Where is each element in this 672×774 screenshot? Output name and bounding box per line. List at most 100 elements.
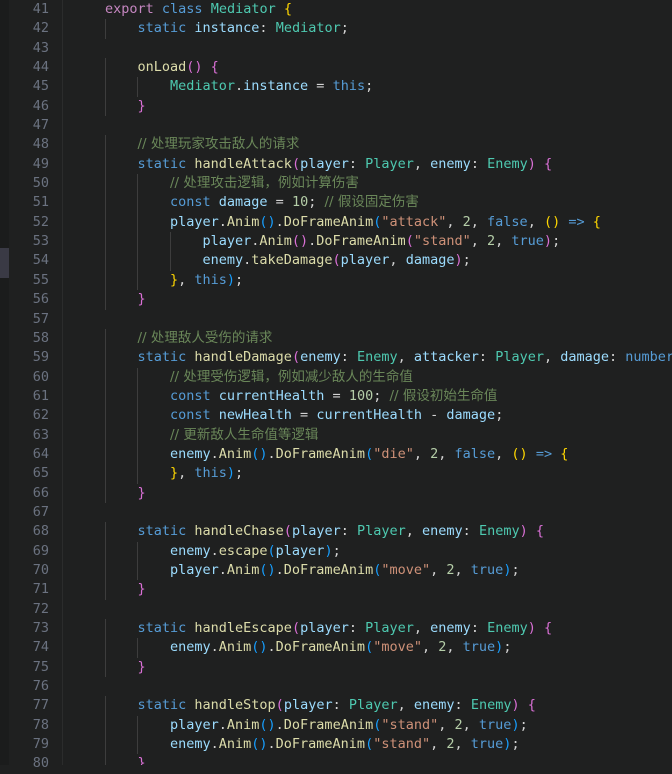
code-line[interactable]: enemy.escape(player); xyxy=(63,541,672,561)
code-token: attacker xyxy=(413,349,479,366)
code-token: player xyxy=(300,620,349,636)
code-token: Mediator xyxy=(169,78,235,95)
code-line[interactable]: const newHealth = currentHealth - damage… xyxy=(63,406,672,426)
code-line[interactable]: static instance: Mediator; xyxy=(63,19,672,39)
code-token: , xyxy=(438,445,455,462)
code-token: DoFrameAnim xyxy=(283,561,374,578)
code-token: Player xyxy=(365,620,414,636)
code-token: this xyxy=(194,271,227,288)
code-line[interactable]: } xyxy=(63,580,672,600)
code-line[interactable] xyxy=(63,116,672,135)
code-line-text: enemy.escape(player); xyxy=(63,542,341,561)
code-line[interactable]: enemy.Anim().DoFrameAnim("stand", 2, tru… xyxy=(63,735,672,755)
code-token: damage xyxy=(218,194,268,211)
code-line[interactable]: export class Mediator { xyxy=(63,0,672,19)
code-token: => xyxy=(568,213,585,230)
code-line[interactable] xyxy=(63,503,672,522)
code-token: ; xyxy=(503,639,512,656)
code-line-text: // 处理受伤逻辑，例如减少敌人的生命值 xyxy=(63,368,413,387)
code-line[interactable]: }, this); xyxy=(63,464,672,484)
code-token: DoFrameAnim xyxy=(283,213,374,230)
code-line-text: player.Anim().DoFrameAnim("stand", 2, tr… xyxy=(63,716,528,735)
code-line[interactable]: // 处理攻击逻辑，例如计算伤害 xyxy=(63,174,672,194)
code-token: ( xyxy=(275,697,284,714)
code-line[interactable] xyxy=(63,600,672,619)
code-line[interactable]: } xyxy=(63,290,672,310)
line-number: 68 xyxy=(32,523,49,540)
code-line-text: } xyxy=(63,290,145,309)
code-line[interactable]: player.Anim().DoFrameAnim("attack", 2, f… xyxy=(63,212,672,233)
code-line[interactable]: static handleEscape(player: Player, enem… xyxy=(63,619,672,639)
code-token: 2 xyxy=(454,716,463,733)
code-token: enemy xyxy=(430,155,471,172)
code-token: 10 xyxy=(291,194,309,211)
code-token: , xyxy=(462,716,479,733)
code-line-text: player.Anim().DoFrameAnim("attack", 2, f… xyxy=(63,213,601,232)
code-line[interactable]: enemy.Anim().DoFrameAnim("die", 2, false… xyxy=(63,444,672,465)
code-token: // 处理受伤逻辑，例如减少敌人的生命值 xyxy=(169,368,413,385)
line-number: 61 xyxy=(32,387,49,404)
code-line[interactable]: // 处理玩家攻击敌人的请求 xyxy=(63,135,672,155)
code-line[interactable]: // 更新敌人生命值等逻辑 xyxy=(63,425,672,445)
code-token: () xyxy=(251,736,268,753)
code-token: ; xyxy=(495,407,504,424)
code-line[interactable]: }, this); xyxy=(63,270,672,291)
line-number: 43 xyxy=(32,39,49,56)
code-content-area[interactable]: export class Mediator {static instance: … xyxy=(63,0,672,765)
code-line-list[interactable]: export class Mediator {static instance: … xyxy=(63,0,672,765)
code-line[interactable]: static handleChase(player: Player, enemy… xyxy=(63,522,672,542)
code-token: : xyxy=(609,349,626,366)
code-line-text: }, this); xyxy=(63,464,243,483)
code-token: player xyxy=(291,523,341,540)
code-token: // 处理敌人受伤的请求 xyxy=(137,329,273,346)
code-line[interactable]: } xyxy=(63,96,672,117)
code-token: Enemy xyxy=(356,349,398,366)
code-token: static xyxy=(137,20,187,37)
code-token: DoFrameAnim xyxy=(316,233,406,250)
code-line[interactable] xyxy=(63,39,672,58)
code-line[interactable]: const currentHealth = 100; // 假设初始生命值 xyxy=(63,386,672,407)
code-line[interactable]: static handleDamage(enemy: Enemy, attack… xyxy=(63,348,672,368)
code-token: static xyxy=(137,349,187,366)
code-line-text: enemy.takeDamage(player, damage); xyxy=(63,251,470,270)
code-editor[interactable]: 41 42 43 44 45 46 47 48 49 50 51 52 53 54 55 56 57 58 59 60… xyxy=(0,0,672,771)
code-line[interactable]: // 处理敌人受伤的请求 xyxy=(63,328,672,349)
vertical-scrollbar[interactable] xyxy=(0,0,9,765)
vertical-scrollbar-thumb[interactable] xyxy=(0,248,9,278)
code-token: ; xyxy=(340,20,349,37)
code-line[interactable]: player.Anim().DoFrameAnim("stand", 2, tr… xyxy=(63,232,672,252)
code-line[interactable] xyxy=(63,677,672,696)
code-line[interactable]: } xyxy=(63,483,672,503)
code-line-text: } xyxy=(63,658,145,677)
line-number: 80 xyxy=(32,755,49,772)
code-token: : xyxy=(348,155,366,172)
code-line[interactable]: player.Anim().DoFrameAnim("move", 2, tru… xyxy=(63,560,672,581)
code-token: , xyxy=(413,620,431,636)
code-token: Mediator xyxy=(275,20,341,37)
code-line[interactable]: static handleAttack(player: Player, enem… xyxy=(63,154,672,175)
code-token: = xyxy=(300,407,309,424)
code-line[interactable]: onLoad() { xyxy=(63,58,672,78)
code-line[interactable]: } xyxy=(63,754,672,765)
code-line[interactable]: Mediator.instance = this; xyxy=(63,77,672,97)
code-line[interactable]: // 处理受伤逻辑，例如减少敌人的生命值 xyxy=(63,367,672,387)
code-token: { xyxy=(544,155,553,172)
code-line[interactable]: player.Anim().DoFrameAnim("stand", 2, tr… xyxy=(63,715,672,736)
code-token: DoFrameAnim xyxy=(275,445,366,462)
line-number: 50 xyxy=(32,175,49,192)
code-line[interactable] xyxy=(63,310,672,329)
code-line[interactable]: } xyxy=(63,657,672,678)
code-line[interactable]: const damage = 10; // 假设固定伤害 xyxy=(63,193,672,213)
code-token: Enemy xyxy=(478,523,520,540)
code-token: , xyxy=(543,349,561,366)
code-line[interactable]: enemy.Anim().DoFrameAnim("move", 2, true… xyxy=(63,638,672,658)
code-line[interactable]: static handleStop(player: Player, enemy:… xyxy=(63,696,672,716)
code-line-text: // 处理攻击逻辑，例如计算伤害 xyxy=(63,174,359,193)
code-line[interactable]: enemy.takeDamage(player, damage); xyxy=(63,251,672,271)
code-token: } xyxy=(137,97,146,114)
code-token: () xyxy=(251,445,268,462)
